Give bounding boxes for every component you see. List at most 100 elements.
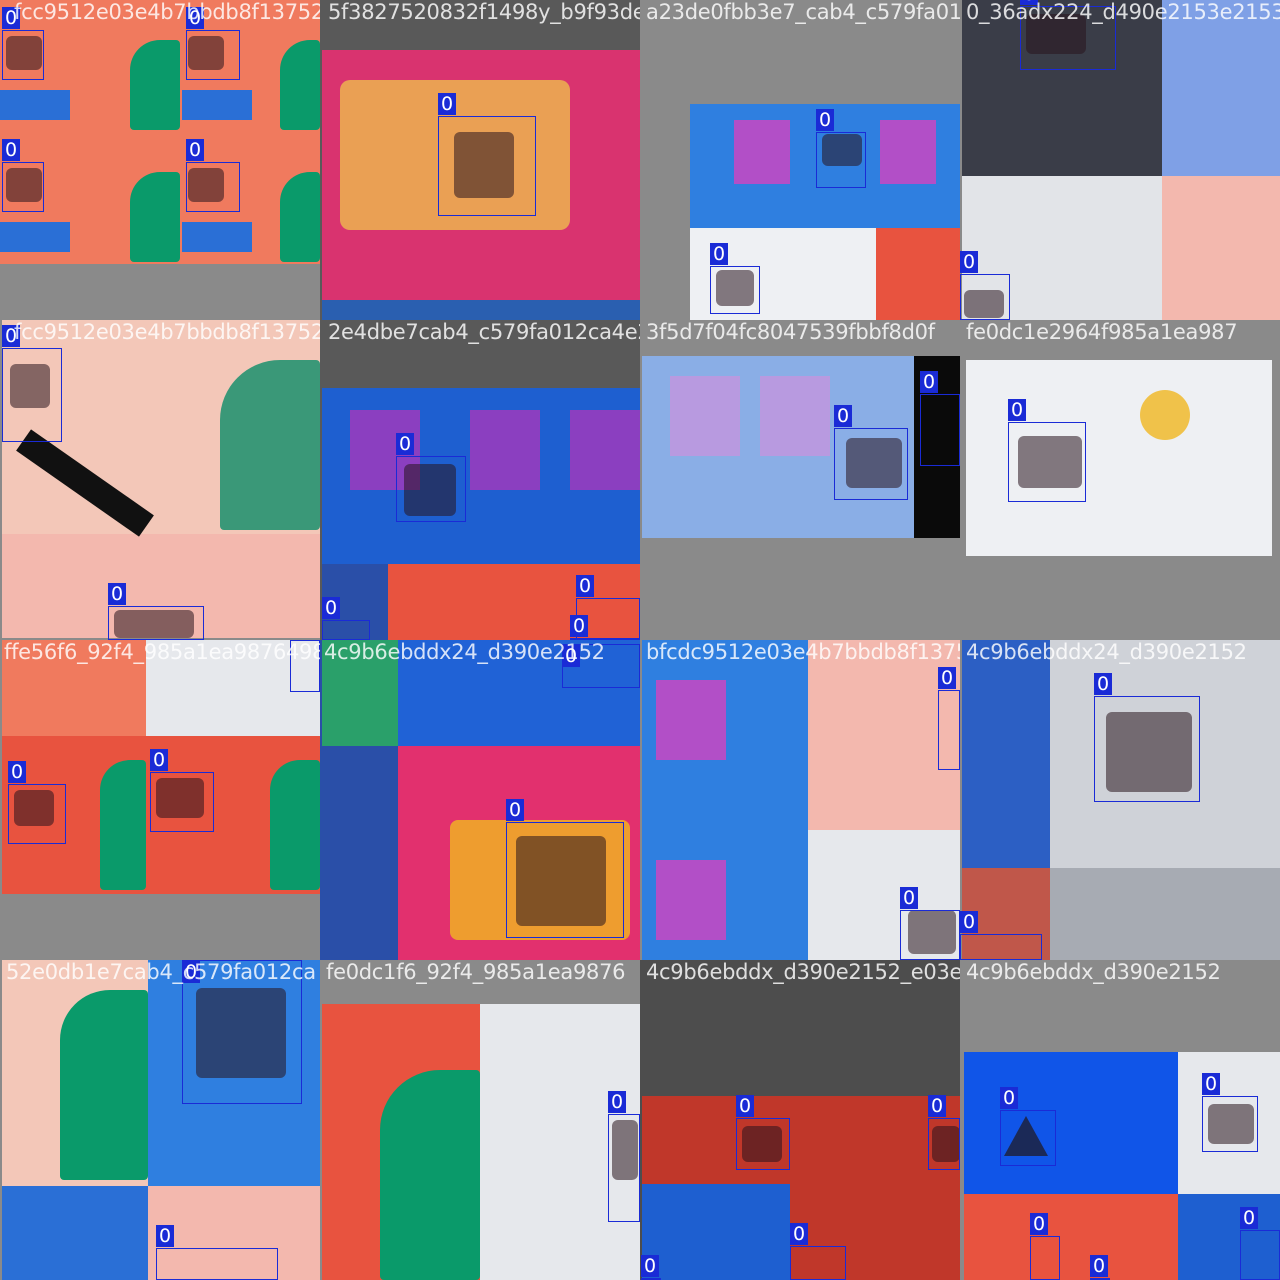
detection-label: 0: [920, 371, 938, 393]
detection-box: 0: [1030, 1213, 1060, 1280]
detection-box: 0: [438, 93, 536, 216]
detection-label: 0: [960, 911, 978, 933]
image-region: [2, 1186, 148, 1280]
detection-box: 0: [1240, 1207, 1280, 1280]
mosaic-tile: 0 0 4c9b6ebddx24_d390e2152: [960, 640, 1280, 960]
detection-box: 0: [960, 251, 1010, 320]
tile-filename: 5f3827520832f1498y_b9f93de5a3230e5a3c7ca…: [328, 0, 640, 24]
image-region: [964, 1194, 1178, 1280]
art-teal-shape: [220, 360, 320, 530]
tile-filename: 4c9b6ebddx24_d390e2152: [966, 640, 1247, 664]
art-gold-shape: [1140, 390, 1190, 440]
detection-box: 0: [1000, 1087, 1056, 1166]
detection-label: 0: [438, 93, 456, 115]
mosaic-tile: 0 0 fcc9512e03e4b7bbdb8f1375212e03e4b7bb…: [0, 320, 320, 640]
detection-box: 0: [816, 109, 866, 188]
detection-box: 0: [108, 583, 204, 640]
detection-label: 0: [938, 667, 956, 689]
detection-box: 0: [2, 7, 44, 80]
tile-filename: 4c9b6ebddx24_d390e2152: [324, 640, 605, 664]
tile-filename: 2e4dbe7cab4_c579fa012ca4e2d: [328, 320, 640, 344]
art-magenta-cube: [570, 410, 640, 490]
art-magenta-cube: [656, 680, 726, 760]
tile-filename: bfcdc9512e03e4b7bbdb8f1375: [646, 640, 960, 664]
art-blue-stripe: [182, 222, 252, 252]
detection-box: 0: [8, 761, 66, 844]
detection-box: 0: [186, 7, 240, 80]
mosaic-tile: 0 fe0dc1e2964f985a1ea987: [960, 320, 1280, 640]
art-blue-stripe: [0, 90, 70, 120]
detection-label: 0: [1030, 1213, 1048, 1235]
tile-filename: fcc9512e03e4b7bbdb8f1375212e03e4b7bbdb8f…: [14, 0, 320, 24]
art-teal-shape: [60, 990, 148, 1180]
detection-label: 0: [186, 139, 204, 161]
detection-label: 0: [1000, 1087, 1018, 1109]
detection-label: 0: [396, 433, 414, 455]
art-teal-shape: [280, 172, 320, 262]
mosaic-tile: 0 0 4c9b6ebddx24_d390e2152: [320, 640, 640, 960]
mosaic-tile: 0 0 0 0 4c9b6ebddx_d390e2152_e03e4b7bbdb…: [640, 960, 960, 1280]
mosaic-tile: 0 0 3f5d7f04fc8047539fbbf8d0f: [640, 320, 960, 640]
mosaic-tile: 0 5f3827520832f1498y_b9f93de5a3230e5a3c7…: [320, 0, 640, 320]
detection-label: 0: [570, 615, 588, 637]
detection-label: 0: [1008, 399, 1026, 421]
image-region: [1162, 176, 1280, 320]
detection-box: 0: [506, 799, 624, 938]
mosaic-tile: 0 0 bfcdc9512e03e4b7bbdb8f1375: [640, 640, 960, 960]
detection-box: 0: [2, 139, 44, 212]
detection-label: 0: [816, 109, 834, 131]
mosaic-tile: 0 0 a23de0fbb3e7_cab4_c579fa012ca4e26_36…: [640, 0, 960, 320]
detection-box: 0: [156, 1225, 278, 1280]
tile-filename: fcc9512e03e4b7bbdb8f1375212e03e4b7bbdb8f: [14, 320, 320, 344]
detection-label: 0: [156, 1225, 174, 1247]
detection-label: 0: [790, 1223, 808, 1245]
mosaic-tile: 0 fe0dc1f6_92f4_985a1ea9876: [320, 960, 640, 1280]
detection-box: 0: [1202, 1073, 1258, 1152]
detection-label: 0: [736, 1095, 754, 1117]
detection-box: 0: [920, 371, 960, 466]
art-magenta-cube: [880, 120, 936, 184]
detection-box: 0: [186, 139, 240, 212]
image-region: [964, 1052, 1178, 1194]
art-teal-shape: [270, 760, 320, 890]
tile-filename: 3f5d7f04fc8047539fbbf8d0f: [646, 320, 935, 344]
detection-label: 0: [108, 583, 126, 605]
detection-box: 0: [322, 597, 370, 640]
detection-box: 0: [1094, 673, 1200, 802]
art-teal-shape: [100, 760, 146, 890]
art-teal-shape: [280, 40, 320, 130]
mosaic-tile: 0 0 0 ffe56f6_92f4_985a1ea9876498e8: [0, 640, 320, 960]
detection-label: 0: [506, 799, 524, 821]
tile-filename: 4c9b6ebddx_d390e2152_e03e4b7bbdb8f1375: [646, 960, 960, 984]
mosaic-tile: 0 0 0 0 fcc9512e03e4b7bbdb8f1375212e03e4…: [0, 0, 320, 320]
tile-filename: 4c9b6ebddx_d390e2152: [966, 960, 1221, 984]
mosaic-grid: 0 0 0 0 fcc9512e03e4b7bbdb8f1375212e03e4…: [0, 0, 1280, 1280]
mosaic-tile: 0 0 0 0 0 4c9b6ebddx_d390e2152: [960, 960, 1280, 1280]
art-teal-shape: [130, 172, 180, 262]
art-teal-shape: [380, 1070, 480, 1280]
detection-label: 0: [834, 405, 852, 427]
detection-label: 0: [1090, 1255, 1108, 1277]
detection-label: 0: [1202, 1073, 1220, 1095]
image-region: [876, 228, 960, 320]
tile-filename: fe0dc1e2964f985a1ea987: [966, 320, 1238, 344]
detection-box: 0: [900, 887, 960, 960]
detection-box: 0: [710, 243, 760, 314]
detection-box: 0: [736, 1095, 790, 1170]
detection-label: 0: [576, 575, 594, 597]
mosaic-tile: 0 0 0_36adx224_d490e2153e2153: [960, 0, 1280, 320]
tile-filename: fe0dc1f6_92f4_985a1ea9876: [326, 960, 626, 984]
detection-box: 0: [790, 1223, 846, 1280]
detection-box: 0: [928, 1095, 960, 1170]
art-magenta-cube: [656, 860, 726, 940]
tile-filename: 52e0db1e7cab4_c579fa012ca: [6, 960, 316, 984]
art-magenta-cube: [734, 120, 790, 184]
mosaic-tile: 0 0 52e0db1e7cab4_c579fa012ca: [0, 960, 320, 1280]
detection-box: 0: [938, 667, 960, 770]
detection-label: 0: [710, 243, 728, 265]
tile-filename: a23de0fbb3e7_cab4_c579fa012ca4e26_36adx2…: [646, 0, 960, 24]
detection-box: 0: [1008, 399, 1086, 502]
art-magenta-cube: [760, 376, 830, 456]
detection-box: 0: [608, 1091, 640, 1222]
detection-label: 0: [608, 1091, 626, 1113]
